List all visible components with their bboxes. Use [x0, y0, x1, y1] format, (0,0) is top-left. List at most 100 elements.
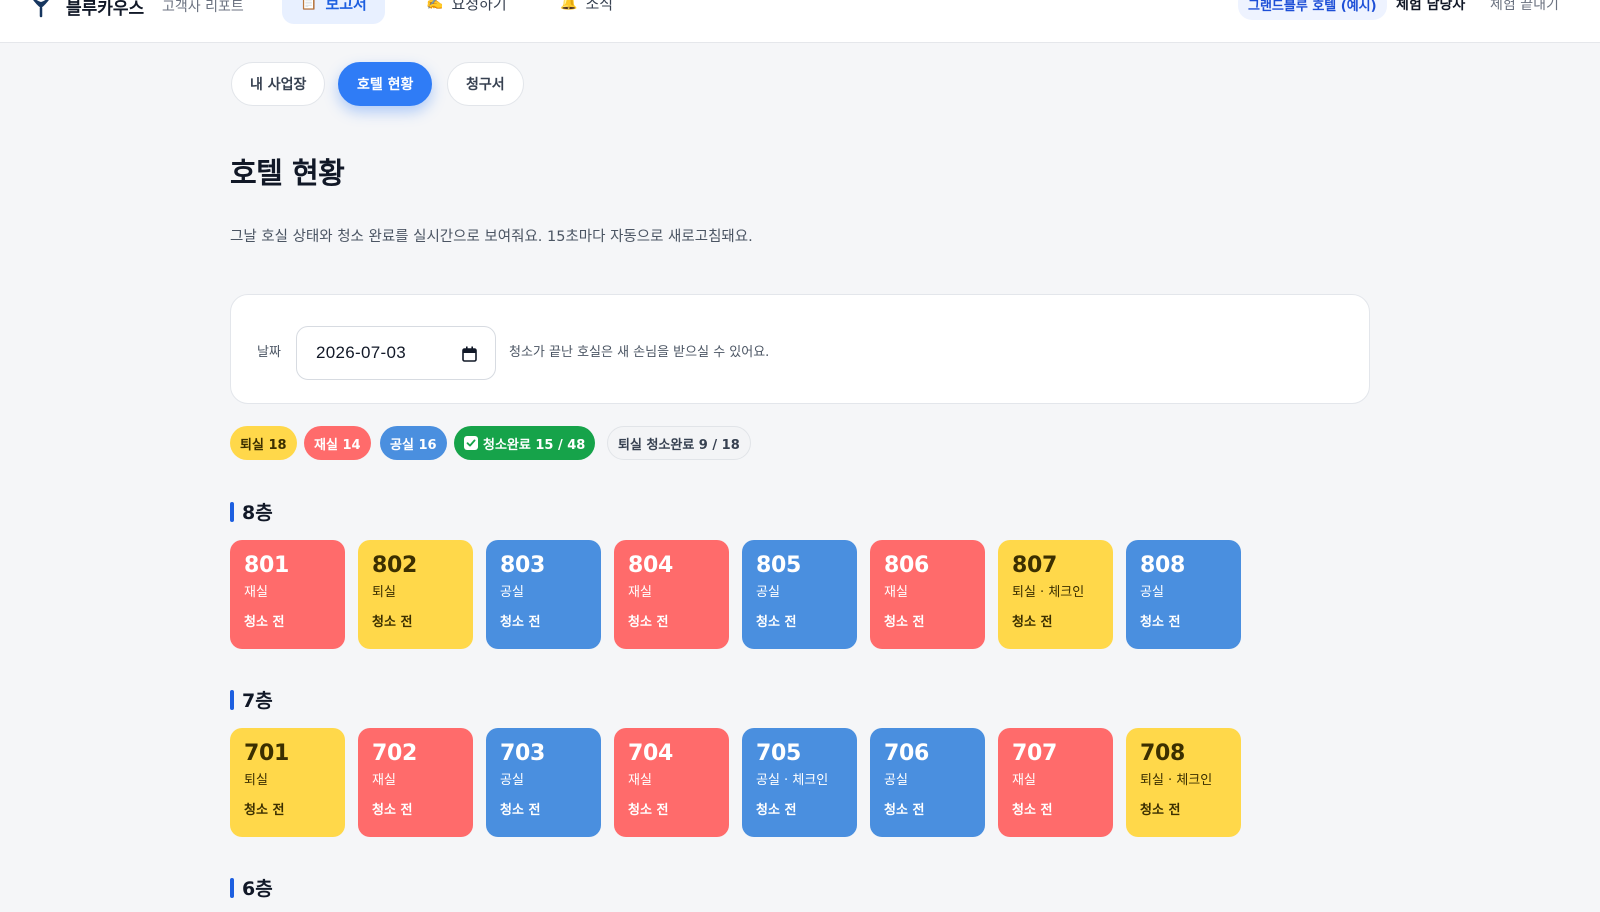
room-card-704[interactable]: 704 재실청소 전: [614, 728, 729, 837]
hotel-selector-chip[interactable]: 그랜드블루 호텔 (예시): [1238, 0, 1387, 20]
floor-8-rooms: 801 재실 청소 전 802 퇴실 청소 전 803 공실 청소 전 804 재실 청소 전 805 공…: [230, 540, 1241, 649]
room-card-808[interactable]: 808 공실청소 전: [1126, 540, 1241, 649]
room-card-805[interactable]: 805 공실청소 전: [742, 540, 857, 649]
room-card-804[interactable]: 804 재실청소 전: [614, 540, 729, 649]
room-status: 공실: [1140, 585, 1164, 600]
date-hint-text: 청소가 끝난 호실은 새 손님을 받으실 수 있어요.: [509, 345, 770, 360]
room-number: 706: [884, 741, 930, 766]
nav-requests-label: 요청하기: [451, 0, 507, 13]
cleaned-count-text: 청소완료 15 / 48: [483, 437, 586, 453]
user-name: 체험 담당자: [1396, 0, 1466, 13]
room-card-703[interactable]: 703 공실 청소 전: [486, 728, 601, 837]
checkmark-icon: [464, 436, 478, 450]
calendar-icon[interactable]: [462, 346, 477, 362]
room-card-707[interactable]: 707 재실청소 전: [998, 728, 1113, 837]
floor-header-6: 6층: [230, 874, 273, 901]
bird-logo-icon[interactable]: [26, 0, 56, 20]
room-number: 806: [884, 553, 930, 578]
room-card-801[interactable]: 801 재실청소 전: [230, 540, 345, 649]
checkout-cleaned-badge: 퇴실 청소완료 9 / 18: [607, 426, 751, 460]
room-status: 재실: [1012, 773, 1036, 788]
floor-header-8: 8층: [230, 498, 273, 525]
room-card-803[interactable]: 803 공실 청소 전: [486, 540, 601, 649]
end-trial-link[interactable]: 체험 끝내기: [1490, 0, 1559, 14]
floor-accent-bar: [230, 877, 234, 898]
room-number: 702: [372, 741, 418, 766]
room-cleaning-status: 청소 전: [244, 803, 285, 818]
room-cleaning-status: 청소 전: [372, 803, 413, 818]
room-status: 퇴실 · 체크인: [1012, 585, 1085, 600]
room-cleaning-status: 청소 전: [628, 615, 669, 630]
floor-label: 7층: [242, 690, 273, 712]
nav-reports[interactable]: 📋 보고서: [282, 0, 385, 24]
room-status: 퇴실 · 체크인: [1140, 773, 1213, 788]
room-card-701[interactable]: 701 퇴실청소 전: [230, 728, 345, 837]
room-card-802[interactable]: 802 퇴실청소 전: [358, 540, 473, 649]
brand-name[interactable]: 블루카우스: [66, 0, 144, 19]
nav-requests[interactable]: ✍️ 요청하기: [408, 0, 525, 24]
room-card-806[interactable]: 806 재실 청소 전: [870, 540, 985, 649]
room-number: 707: [1012, 741, 1058, 766]
subtab-hotel-status[interactable]: 호텔 현황: [338, 62, 433, 106]
room-card-708[interactable]: 708 퇴실 · 체크인 청소 전: [1126, 728, 1241, 837]
brand-subtitle: 고객사 리포트: [162, 0, 244, 15]
cleaned-count-badge: 청소완료 15 / 48: [454, 426, 596, 460]
date-label: 날짜: [257, 345, 281, 360]
nav-reports-label: 보고서: [325, 0, 367, 13]
subtab-invoices[interactable]: 청구서: [447, 62, 524, 106]
room-status: 퇴실: [244, 773, 268, 788]
room-cleaning-status: 청소 전: [884, 803, 925, 818]
room-cleaning-status: 청소 전: [756, 615, 797, 630]
clipboard-icon: 📋: [300, 0, 318, 11]
room-number: 704: [628, 741, 674, 766]
room-status: 퇴실: [372, 585, 396, 600]
page-description: 그날 호실 상태와 청소 완료를 실시간으로 보여줘요. 15초마다 자동으로 …: [230, 229, 753, 245]
floor-label: 8층: [242, 502, 273, 524]
room-status: 공실 · 체크인: [756, 773, 829, 788]
subtab-my-business[interactable]: 내 사업장: [231, 62, 326, 106]
room-number: 701: [244, 741, 290, 766]
room-cleaning-status: 청소 전: [1012, 803, 1053, 818]
floor-header-7: 7층: [230, 686, 273, 713]
room-cleaning-status: 청소 전: [372, 615, 413, 630]
room-number: 808: [1140, 553, 1186, 578]
room-cleaning-status: 청소 전: [1140, 803, 1181, 818]
floor-accent-bar: [230, 501, 234, 522]
room-number: 801: [244, 553, 290, 578]
date-value: 2026-07-03: [316, 343, 406, 362]
writing-hand-icon: ✍️: [426, 0, 444, 11]
room-number: 804: [628, 553, 674, 578]
room-status: 재실: [628, 585, 652, 600]
nav-news-label: 소식: [585, 0, 614, 13]
date-filter-card: 날짜 2026-07-03 청소가 끝난 호실은 새 손님을 받으실 수 있어요…: [230, 294, 1370, 404]
room-status: 공실: [884, 773, 908, 788]
room-status: 재실: [628, 773, 652, 788]
room-cleaning-status: 청소 전: [1012, 615, 1053, 630]
floor-label: 6층: [242, 878, 273, 900]
room-status: 공실: [756, 585, 780, 600]
room-status: 공실: [500, 773, 524, 788]
date-input[interactable]: 2026-07-03: [296, 326, 496, 380]
vacant-count-badge: 공실 16: [380, 426, 447, 460]
room-card-705[interactable]: 705 공실 · 체크인 청소 전: [742, 728, 857, 837]
room-card-706[interactable]: 706 공실청소 전: [870, 728, 985, 837]
occupied-count-badge: 재실 14: [304, 426, 371, 460]
room-card-702[interactable]: 702 재실청소 전: [358, 728, 473, 837]
room-status: 재실: [244, 585, 268, 600]
room-cleaning-status: 청소 전: [1140, 615, 1181, 630]
room-cleaning-status: 청소 전: [244, 615, 285, 630]
page-title: 호텔 현황: [230, 156, 345, 190]
room-status: 재실: [884, 585, 908, 600]
room-cleaning-status: 청소 전: [628, 803, 669, 818]
room-number: 805: [756, 553, 802, 578]
top-navigation-bar: 블루카우스 고객사 리포트 📋 보고서 ✍️ 요청하기 🔔 소식 그랜드블루 호…: [0, 0, 1600, 43]
room-number: 803: [500, 553, 546, 578]
checkout-count-badge: 퇴실 18: [230, 426, 297, 460]
room-card-807[interactable]: 807 퇴실 · 체크인청소 전: [998, 540, 1113, 649]
room-number: 802: [372, 553, 418, 578]
room-number: 705: [756, 741, 802, 766]
room-number: 807: [1012, 553, 1058, 578]
room-status: 재실: [372, 773, 396, 788]
nav-news[interactable]: 🔔 소식: [542, 0, 631, 24]
floor-accent-bar: [230, 689, 234, 710]
